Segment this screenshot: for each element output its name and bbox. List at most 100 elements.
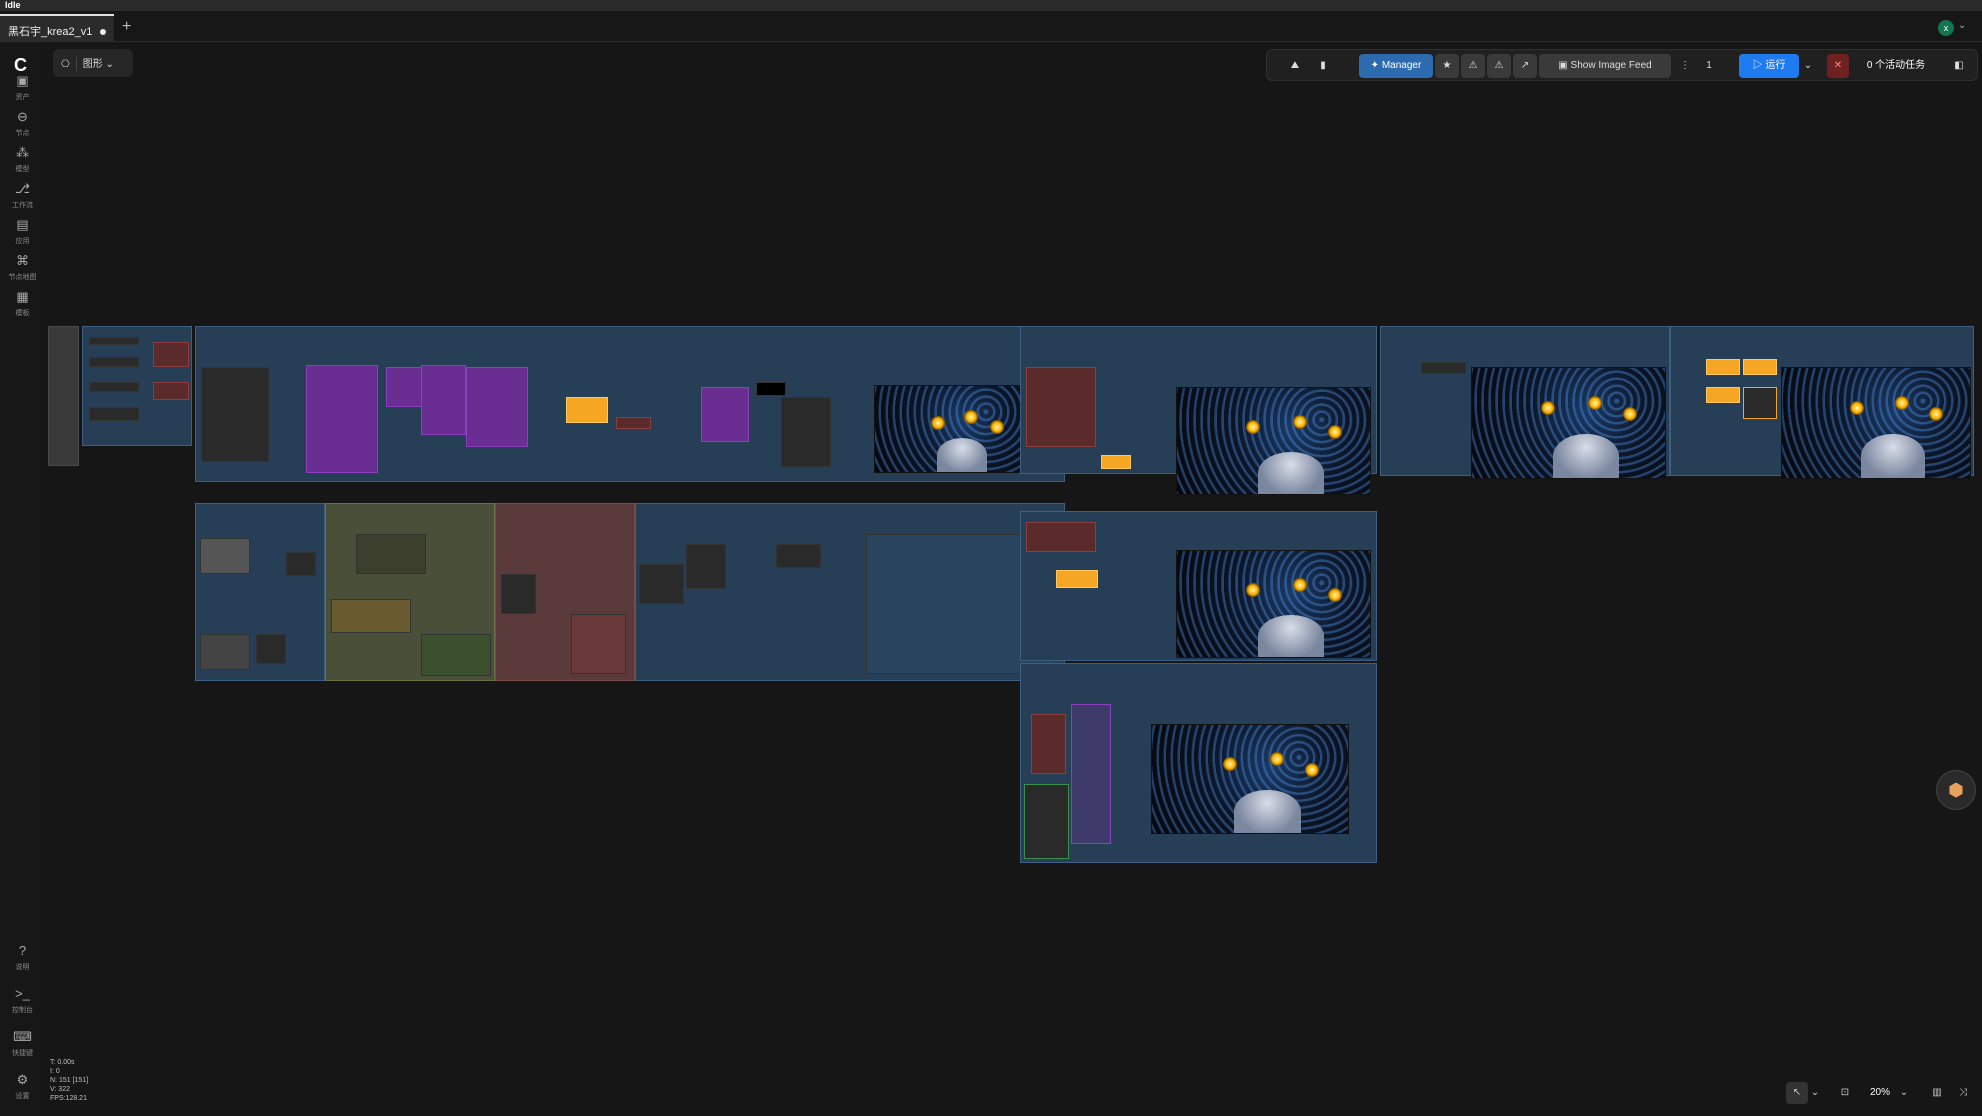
- highlighted-node[interactable]: [1706, 359, 1740, 375]
- share-icon[interactable]: ↗: [1513, 54, 1537, 78]
- node[interactable]: [1071, 704, 1111, 844]
- highlighted-node[interactable]: [1056, 570, 1098, 588]
- node-group[interactable]: [195, 503, 325, 681]
- preview-eye: [1292, 577, 1307, 592]
- drag-handle-icon[interactable]: ⋮: [1679, 54, 1691, 78]
- node[interactable]: [1743, 387, 1777, 419]
- play-icon: ▷: [1752, 60, 1763, 71]
- preview-face: [1258, 451, 1324, 494]
- node[interactable]: [756, 382, 786, 396]
- comfy-icon[interactable]: ⛰: [1283, 54, 1307, 78]
- keyboard-icon: ⌨: [13, 1029, 32, 1044]
- run-button[interactable]: ▷ 运行: [1739, 54, 1799, 78]
- node[interactable]: [256, 634, 286, 664]
- node-group[interactable]: [82, 326, 192, 446]
- node[interactable]: [89, 382, 139, 392]
- chevron-down-icon[interactable]: ⌄: [1808, 1082, 1822, 1104]
- node-group[interactable]: [1020, 663, 1377, 863]
- node[interactable]: [571, 614, 626, 674]
- node[interactable]: [1031, 714, 1066, 774]
- graph-canvas[interactable]: [45, 43, 1982, 1116]
- run-options-chevron-icon[interactable]: ⌄: [1801, 54, 1815, 78]
- star-icon[interactable]: ★: [1435, 54, 1459, 78]
- highlighted-node[interactable]: [1743, 359, 1777, 375]
- node[interactable]: [201, 367, 269, 462]
- node[interactable]: [701, 387, 749, 442]
- sidebar-item-shortcuts[interactable]: ⌨ 快捷键: [0, 1029, 45, 1058]
- image-node[interactable]: [200, 538, 250, 574]
- node[interactable]: [1026, 522, 1096, 552]
- bookmark-icon[interactable]: ▮: [1311, 54, 1335, 78]
- minimap-icon[interactable]: ▥: [1926, 1082, 1948, 1104]
- active-tasks-button[interactable]: 0 个活动任务: [1855, 54, 1937, 78]
- sidebar-item-assets[interactable]: ▣ 资产: [0, 73, 45, 102]
- preview-eye: [1928, 406, 1943, 421]
- node-group[interactable]: [325, 503, 495, 681]
- node[interactable]: [89, 337, 139, 345]
- panel-toggle-icon[interactable]: ◧: [1947, 54, 1971, 78]
- node[interactable]: [421, 634, 491, 676]
- sidebar-item-workflows[interactable]: ⎇ 工作流: [0, 181, 45, 210]
- node[interactable]: [616, 417, 651, 429]
- node-group[interactable]: [195, 326, 1065, 482]
- node[interactable]: [89, 357, 139, 367]
- new-tab-button[interactable]: +: [122, 18, 131, 36]
- show-image-feed-button[interactable]: ▣ Show Image Feed: [1539, 54, 1671, 78]
- node[interactable]: [781, 397, 831, 467]
- node[interactable]: [286, 552, 316, 576]
- zoom-level[interactable]: 20%: [1862, 1082, 1898, 1104]
- graph-mode-selector[interactable]: ⎔ 图形 ⌄: [53, 49, 133, 77]
- chevron-down-icon[interactable]: ⌄: [1898, 1082, 1910, 1104]
- cancel-button[interactable]: ✕: [1827, 54, 1849, 78]
- node-group[interactable]: [1020, 511, 1377, 661]
- node[interactable]: [466, 367, 528, 447]
- sidebar-item-settings[interactable]: ⚙ 设置: [0, 1072, 45, 1101]
- sidebar-item-templates[interactable]: ▦ 模板: [0, 289, 45, 318]
- clear-icon[interactable]: ⚠: [1461, 54, 1485, 78]
- sidebar-item-node-map[interactable]: ⌘ 节点地图: [0, 253, 45, 282]
- node[interactable]: [1026, 367, 1096, 447]
- fit-view-icon[interactable]: ⊡: [1834, 1082, 1856, 1104]
- node[interactable]: [776, 544, 821, 568]
- highlighted-node[interactable]: [1706, 387, 1740, 403]
- workflow-tab[interactable]: 黑石宇_krea2_v1: [0, 14, 114, 42]
- node[interactable]: [153, 342, 189, 367]
- preview-face: [1258, 614, 1324, 657]
- node-group[interactable]: [635, 503, 1065, 681]
- avatar[interactable]: x: [1938, 20, 1954, 36]
- sidebar-item-console[interactable]: >_ 控制台: [0, 986, 45, 1015]
- sidebar-item-nodes[interactable]: ⊖ 节点: [0, 109, 45, 138]
- node-group[interactable]: [495, 503, 635, 681]
- image-node[interactable]: [200, 634, 250, 670]
- preview-eye: [1304, 762, 1319, 777]
- image-preview: [1176, 387, 1371, 495]
- download-icon[interactable]: ⚠: [1487, 54, 1511, 78]
- node-group[interactable]: [1020, 326, 1377, 495]
- node[interactable]: [639, 564, 684, 604]
- select-tool-icon[interactable]: ↖: [1786, 1082, 1808, 1104]
- node[interactable]: [1421, 362, 1466, 374]
- node[interactable]: [421, 365, 466, 435]
- package-icon[interactable]: ⬢: [1936, 770, 1976, 810]
- sidebar-item-help[interactable]: ? 说明: [0, 943, 45, 972]
- highlighted-node[interactable]: [1101, 455, 1131, 469]
- node[interactable]: [501, 574, 536, 614]
- link-visibility-icon[interactable]: ⤨: [1952, 1082, 1974, 1104]
- node[interactable]: [89, 407, 139, 421]
- node[interactable]: [356, 534, 426, 574]
- collapsed-group[interactable]: [48, 326, 79, 466]
- node[interactable]: [1024, 784, 1069, 859]
- sidebar-item-models[interactable]: ⁂ 模型: [0, 145, 45, 174]
- chevron-down-icon[interactable]: ⌄: [1958, 20, 1966, 31]
- node[interactable]: [686, 544, 726, 589]
- highlighted-node[interactable]: [566, 397, 608, 423]
- node-group[interactable]: [1380, 326, 1670, 479]
- node[interactable]: [331, 599, 411, 633]
- node[interactable]: [386, 367, 426, 407]
- queue-count-input[interactable]: 1: [1695, 54, 1723, 78]
- node[interactable]: [153, 382, 189, 400]
- node-group[interactable]: [1670, 326, 1974, 479]
- node[interactable]: [306, 365, 378, 473]
- sidebar-item-apps[interactable]: ▤ 应用: [0, 217, 45, 246]
- manager-button[interactable]: ✦ Manager: [1359, 54, 1433, 78]
